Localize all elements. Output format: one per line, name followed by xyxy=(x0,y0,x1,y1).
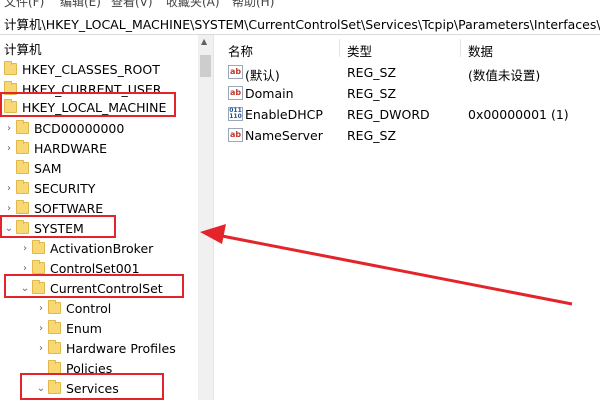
highlight-box-system xyxy=(0,215,116,238)
highlight-box-hklm xyxy=(0,92,176,117)
tree-item-enum[interactable]: › Enum xyxy=(34,318,102,338)
folder-icon xyxy=(16,140,29,154)
folder-icon xyxy=(48,300,61,314)
tree-item-hardware[interactable]: › HARDWARE xyxy=(2,138,107,158)
value-row[interactable]: ab NameServer REG_SZ xyxy=(218,125,600,146)
value-name: NameServer xyxy=(245,128,323,143)
folder-icon xyxy=(32,240,45,254)
value-type: REG_DWORD xyxy=(347,107,430,122)
folder-icon xyxy=(32,260,45,274)
column-header-name[interactable]: 名称 xyxy=(228,41,253,60)
value-type: REG_SZ xyxy=(347,65,397,80)
string-value-icon: ab xyxy=(228,86,243,100)
registry-tree[interactable]: 计算机 HKEY_CLASSES_ROOT HKEY_CURRENT_USER … xyxy=(0,35,198,400)
chevron-right-icon[interactable]: › xyxy=(18,243,32,254)
chevron-right-icon[interactable]: › xyxy=(34,323,48,334)
value-type: REG_SZ xyxy=(347,86,397,101)
tree-item-label: SAM xyxy=(34,160,62,176)
value-row[interactable]: ab Domain REG_SZ xyxy=(218,83,600,104)
chevron-right-icon[interactable]: › xyxy=(2,123,16,134)
chevron-right-icon[interactable]: › xyxy=(34,303,48,314)
folder-icon xyxy=(48,320,61,334)
value-data: (数值未设置) xyxy=(468,68,541,83)
column-header-data[interactable]: 数据 xyxy=(468,41,493,60)
menu-help[interactable]: 帮助(H) xyxy=(232,0,274,9)
scroll-up-icon[interactable]: ▲ xyxy=(201,37,207,46)
menu-file[interactable]: 文件(F) xyxy=(4,0,44,9)
tree-item-label: ActivationBroker xyxy=(50,240,154,256)
tree-item-security[interactable]: › SECURITY xyxy=(2,178,95,198)
value-name: EnableDHCP xyxy=(245,107,323,122)
scrollbar-thumb[interactable] xyxy=(200,55,211,77)
tree-item-hkcr[interactable]: HKEY_CLASSES_ROOT xyxy=(0,59,160,79)
chevron-right-icon[interactable]: › xyxy=(2,183,16,194)
address-bar[interactable]: 计算机\HKEY_LOCAL_MACHINE\SYSTEM\CurrentCon… xyxy=(0,9,600,35)
string-value-icon: ab xyxy=(228,65,243,79)
tree-item-label: SECURITY xyxy=(34,180,96,196)
column-separator[interactable] xyxy=(339,39,340,57)
chevron-right-icon[interactable]: › xyxy=(34,343,48,354)
tree-item-hardware-profiles[interactable]: › Hardware Profiles xyxy=(34,338,176,358)
tree-item-label: HARDWARE xyxy=(34,140,108,156)
menu-favorites[interactable]: 收藏夹(A) xyxy=(166,0,220,9)
chevron-right-icon[interactable]: › xyxy=(2,143,16,154)
menu-view[interactable]: 查看(V) xyxy=(111,0,153,9)
chevron-right-icon[interactable]: › xyxy=(18,263,32,274)
values-list[interactable]: 名称 类型 数据 ab (默认) REG_SZ (数值未设置) ab Domai… xyxy=(218,35,600,400)
tree-scrollbar[interactable]: ▲ xyxy=(198,35,213,400)
folder-icon xyxy=(16,120,29,134)
value-data: 0x00000001 (1) xyxy=(468,107,569,122)
binary-value-icon: 011 110 xyxy=(228,107,243,121)
column-separator[interactable] xyxy=(460,39,461,57)
list-header: 名称 类型 数据 xyxy=(218,35,600,61)
value-row[interactable]: 011 110 EnableDHCP REG_DWORD 0x00000001 … xyxy=(218,104,600,125)
tree-item-label: Hardware Profiles xyxy=(66,340,176,356)
chevron-right-icon[interactable]: › xyxy=(2,203,16,214)
address-path[interactable]: 计算机\HKEY_LOCAL_MACHINE\SYSTEM\CurrentCon… xyxy=(4,14,600,33)
value-row[interactable]: ab (默认) REG_SZ (数值未设置) xyxy=(218,62,600,83)
menu-bar: 文件(F) 编辑(E) 查看(V) 收藏夹(A) 帮助(H) xyxy=(0,0,600,9)
tree-root-computer[interactable]: 计算机 xyxy=(4,39,42,58)
tree-item-bcd[interactable]: › BCD00000000 xyxy=(2,118,124,138)
tree-item-activationbroker[interactable]: › ActivationBroker xyxy=(18,238,153,258)
menu-edit[interactable]: 编辑(E) xyxy=(60,0,101,9)
string-value-icon: ab xyxy=(228,128,243,142)
tree-item-label: Control xyxy=(66,300,112,316)
value-name: Domain xyxy=(245,86,294,101)
folder-icon xyxy=(16,200,29,214)
tree-item-label: SOFTWARE xyxy=(34,200,104,216)
tree-item-label: BCD00000000 xyxy=(34,120,125,136)
folder-icon xyxy=(16,180,29,194)
value-name: (默认) xyxy=(245,68,280,83)
tree-item-label: HKEY_CLASSES_ROOT xyxy=(22,61,160,77)
pane-splitter[interactable] xyxy=(213,35,217,400)
column-header-type[interactable]: 类型 xyxy=(347,41,372,60)
folder-icon xyxy=(16,160,29,174)
highlight-box-currentcontrolset xyxy=(4,274,184,298)
tree-item-sam[interactable]: SAM xyxy=(2,158,62,178)
folder-icon xyxy=(48,340,61,354)
highlight-box-services xyxy=(20,373,164,400)
folder-icon xyxy=(4,61,17,75)
value-type: REG_SZ xyxy=(347,128,397,143)
tree-item-label: Enum xyxy=(66,320,102,336)
tree-item-control[interactable]: › Control xyxy=(34,298,111,318)
